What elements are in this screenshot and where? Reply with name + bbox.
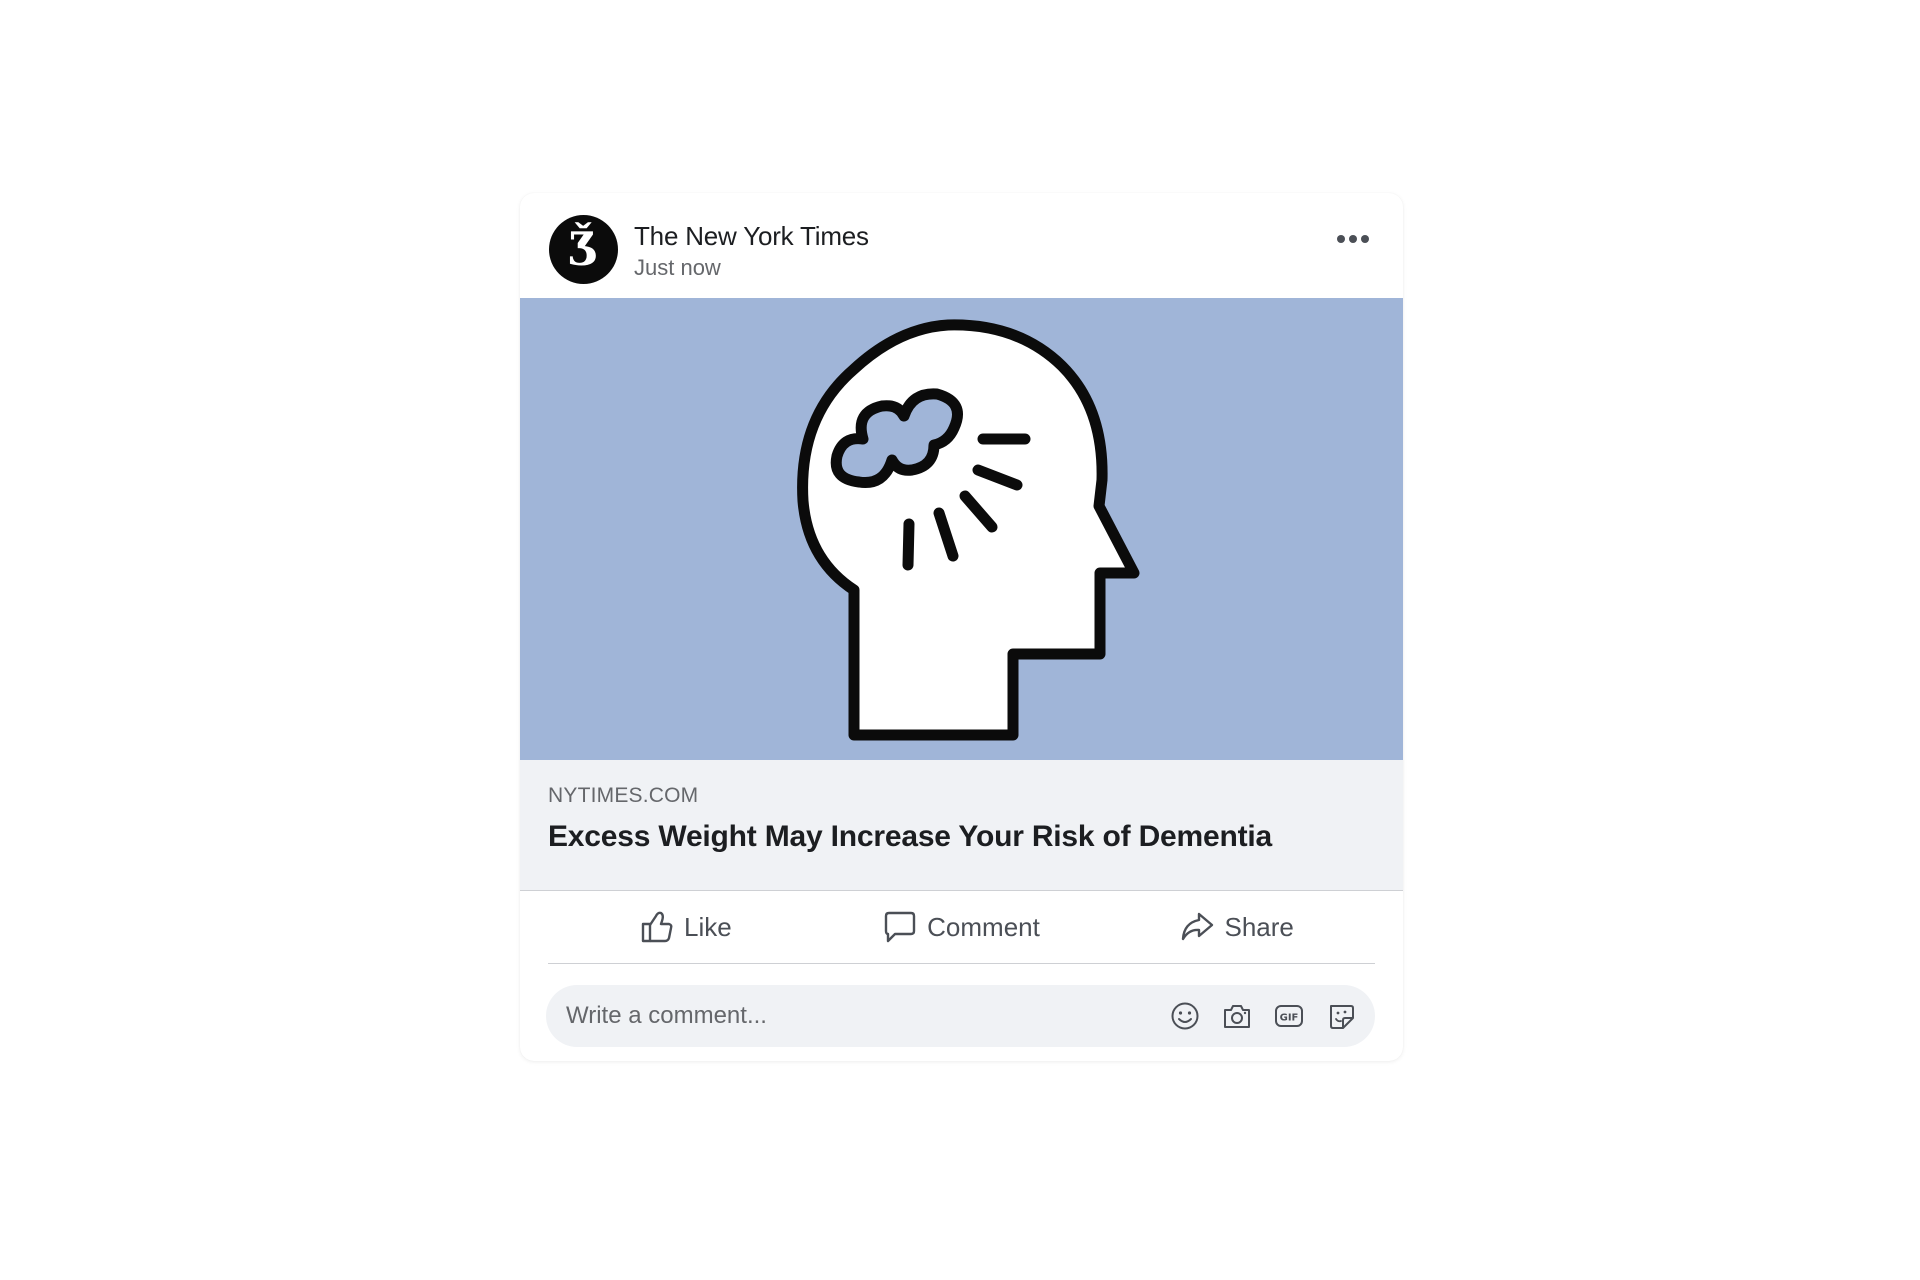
post-card: Ǯ The New York Times Just now NYTIMES.CO…	[520, 193, 1403, 1061]
camera-icon	[1224, 1005, 1250, 1028]
link-domain: NYTIMES.COM	[548, 784, 699, 807]
post-timestamp[interactable]: Just now	[634, 255, 721, 281]
emoji-button[interactable]	[1169, 1000, 1201, 1032]
svg-text:GIF: GIF	[1280, 1013, 1299, 1024]
comment-button[interactable]: Comment	[824, 891, 1100, 963]
action-bar: Like Comment Share	[548, 891, 1375, 964]
sticker-button[interactable]	[1325, 1000, 1357, 1032]
gif-icon: GIF	[1275, 1005, 1303, 1027]
camera-button[interactable]	[1221, 1000, 1253, 1032]
link-preview[interactable]: NYTIMES.COM Excess Weight May Increase Y…	[520, 760, 1403, 891]
share-button[interactable]: Share	[1099, 891, 1375, 963]
like-button[interactable]: Like	[548, 891, 824, 963]
share-arrow-icon	[1182, 912, 1214, 941]
more-horizontal-icon	[1337, 235, 1369, 243]
nyt-logo-icon: Ǯ	[568, 221, 599, 276]
post-header: Ǯ The New York Times Just now	[520, 193, 1403, 298]
gif-button[interactable]: GIF	[1273, 1000, 1305, 1032]
comment-input[interactable]	[546, 985, 1126, 1047]
smiley-icon	[1171, 1002, 1199, 1030]
sticker-icon	[1330, 1005, 1354, 1029]
thumbs-up-icon	[641, 911, 673, 943]
comment-tools: GIF	[1169, 1000, 1357, 1032]
like-label: Like	[683, 911, 732, 942]
comment-box: GIF	[546, 985, 1375, 1047]
more-options-button[interactable]	[1325, 221, 1381, 257]
post-image[interactable]	[520, 298, 1403, 760]
comment-label: Comment	[927, 911, 1040, 942]
post-author[interactable]: The New York Times	[634, 221, 869, 252]
head-brain-illustration	[797, 319, 1140, 741]
link-title: Excess Weight May Increase Your Risk of …	[548, 820, 1273, 853]
speech-bubble-icon	[884, 911, 916, 943]
share-label: Share	[1224, 911, 1294, 942]
avatar[interactable]: Ǯ	[549, 215, 618, 284]
